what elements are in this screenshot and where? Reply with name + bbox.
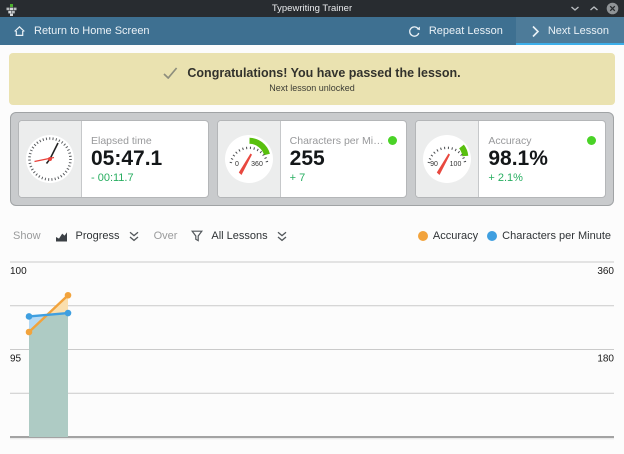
toolbar-spacer (163, 17, 395, 45)
filter-icon (191, 230, 203, 242)
svg-text:100: 100 (450, 161, 462, 168)
legend-item-accuracy: Accuracy (418, 230, 478, 242)
next-lesson-button[interactable]: Next Lesson (516, 17, 624, 45)
legend-label: Accuracy (433, 230, 478, 242)
window-titlebar: Typewriting Trainer (0, 0, 624, 17)
status-dot (587, 136, 596, 145)
chart-legend: Accuracy Characters per Minute (418, 230, 611, 242)
status-dot (388, 136, 397, 145)
legend-item-cpm: Characters per Minute (487, 230, 611, 242)
card-label: Characters per Min… (290, 135, 385, 147)
maximize-button[interactable] (587, 2, 600, 15)
accuracy-value: 98.1% (488, 147, 596, 171)
svg-text:90: 90 (430, 161, 438, 168)
legend-dot (487, 231, 497, 241)
accuracy-gauge-icon: 90 100 (416, 121, 479, 197)
next-lesson-label: Next Lesson (548, 25, 609, 37)
home-icon (13, 25, 26, 37)
banner-subtitle: Next lesson unlocked (269, 83, 355, 93)
svg-text:360: 360 (597, 266, 614, 277)
repeat-lesson-button[interactable]: Repeat Lesson (395, 17, 516, 45)
over-label: Over (154, 230, 178, 242)
card-label: Accuracy (488, 135, 531, 147)
clock-icon (19, 121, 82, 197)
progress-chart: 100 95 360 180 (0, 255, 624, 454)
double-chevron-down-icon (128, 231, 140, 242)
metric-selector-label: Progress (76, 230, 120, 242)
stats-panel: Elapsed time 05:47.1 - 00:11.7 0 360 Cha… (10, 112, 614, 206)
svg-text:95: 95 (10, 354, 22, 365)
svg-text:100: 100 (10, 266, 27, 277)
characters-per-minute-card: 0 360 Characters per Min… 255 + 7 (217, 120, 408, 198)
legend-label: Characters per Minute (502, 230, 611, 242)
close-icon (606, 2, 619, 15)
elapsed-time-card: Elapsed time 05:47.1 - 00:11.7 (18, 120, 209, 198)
card-label: Elapsed time (91, 135, 152, 147)
lessons-selector-label: All Lessons (211, 230, 267, 242)
lessons-selector[interactable]: All Lessons (191, 230, 287, 242)
elapsed-time-delta: - 00:11.7 (91, 172, 199, 184)
characters-per-minute-delta: + 7 (290, 172, 398, 184)
return-home-label: Return to Home Screen (34, 25, 150, 37)
main-toolbar: Return to Home Screen Repeat Lesson Next… (0, 17, 624, 45)
refresh-icon (408, 25, 421, 38)
svg-text:180: 180 (597, 354, 614, 365)
check-icon (163, 67, 178, 79)
minimize-button[interactable] (568, 2, 581, 15)
close-button[interactable] (606, 2, 619, 15)
return-home-button[interactable]: Return to Home Screen (0, 17, 163, 45)
chevron-down-icon (570, 5, 580, 12)
repeat-lesson-label: Repeat Lesson (429, 25, 503, 37)
speed-gauge-icon: 0 360 (218, 121, 281, 197)
svg-text:0: 0 (235, 161, 239, 168)
accuracy-delta: + 2.1% (488, 172, 596, 184)
double-chevron-down-icon (276, 231, 288, 242)
app-icon (5, 3, 18, 15)
svg-text:360: 360 (251, 161, 263, 168)
chevron-up-icon (589, 5, 599, 12)
chevron-right-icon (531, 25, 540, 38)
accuracy-card: 90 100 Accuracy 98.1% + 2.1% (415, 120, 606, 198)
characters-per-minute-value: 255 (290, 147, 398, 171)
banner-title: Congratulations! You have passed the les… (187, 66, 460, 80)
progress-chart-icon (55, 231, 68, 242)
window-title: Typewriting Trainer (0, 3, 624, 14)
show-label: Show (13, 230, 41, 242)
elapsed-time-value: 05:47.1 (91, 147, 199, 171)
legend-dot (418, 231, 428, 241)
success-banner: Congratulations! You have passed the les… (9, 53, 615, 105)
chart-filter-bar: Show Progress Over All Lessons Accuracy … (13, 225, 611, 247)
metric-selector[interactable]: Progress (55, 230, 140, 242)
